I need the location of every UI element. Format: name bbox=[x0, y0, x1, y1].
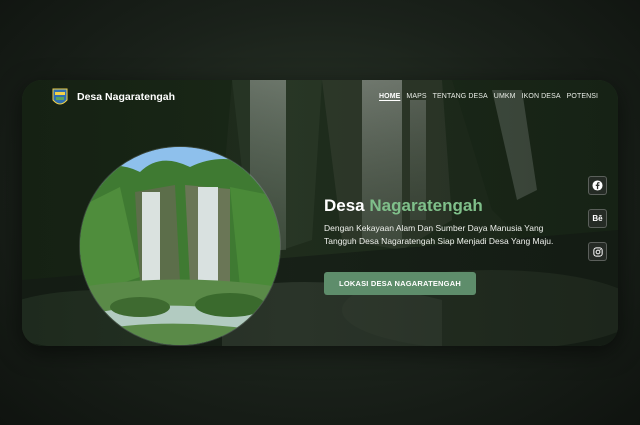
hero-card: Desa Nagaratengah HOME MAPS TENTANG DESA… bbox=[22, 80, 618, 346]
instagram-icon[interactable] bbox=[588, 242, 607, 261]
facebook-icon[interactable] bbox=[588, 176, 607, 195]
hero-description: Dengan Kekayaan Alam Dan Sumber Daya Man… bbox=[324, 223, 554, 246]
waterfall-circle-image bbox=[79, 146, 281, 346]
hero-title-part2: Nagaratengah bbox=[369, 196, 483, 215]
social-links: Bē bbox=[588, 176, 607, 261]
brand-name[interactable]: Desa Nagaratengah bbox=[77, 91, 175, 103]
hero-title: Desa Nagaratengah bbox=[324, 196, 564, 216]
lokasi-desa-button[interactable]: LOKASI DESA NAGARATENGAH bbox=[324, 272, 476, 295]
hero-title-part1: Desa bbox=[324, 196, 365, 215]
nav-item-potensi[interactable]: POTENSI bbox=[567, 93, 598, 100]
village-logo-icon[interactable] bbox=[52, 88, 68, 108]
nav-item-ikon-desa[interactable]: IKON DESA bbox=[522, 93, 561, 100]
navbar: Desa Nagaratengah HOME MAPS TENTANG DESA… bbox=[22, 80, 618, 120]
nav-item-umkm[interactable]: UMKM bbox=[494, 93, 516, 100]
nav-menu: HOME MAPS TENTANG DESA UMKM IKON DESA PO… bbox=[379, 93, 598, 100]
nav-item-home[interactable]: HOME bbox=[379, 93, 400, 100]
nav-item-tentang-desa[interactable]: TENTANG DESA bbox=[433, 93, 488, 100]
hero-content: Desa Nagaratengah Dengan Kekayaan Alam D… bbox=[324, 196, 564, 248]
nav-item-maps[interactable]: MAPS bbox=[406, 93, 426, 100]
behance-icon[interactable]: Bē bbox=[588, 209, 607, 228]
